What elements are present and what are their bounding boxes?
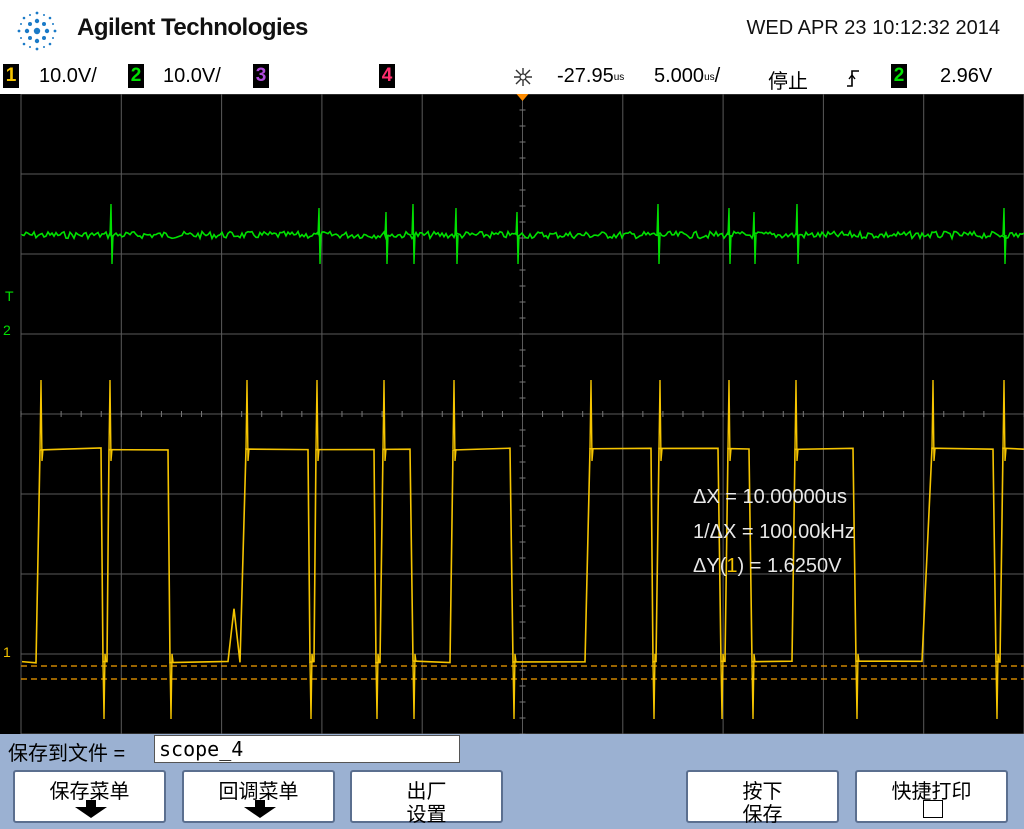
channel-1-undershoot — [855, 653, 860, 720]
channel-1-overshoot — [794, 379, 799, 462]
time-scale: 5.000us/ — [654, 65, 721, 87]
channel-1-overshoot — [589, 379, 594, 462]
press-to-save-softkey[interactable]: 按下 保存 — [686, 770, 839, 826]
channel-1-undershoot — [412, 653, 417, 720]
channel-2-spike — [727, 207, 732, 265]
channel-1-overshoot — [658, 379, 663, 462]
softkey-panel: 保存到文件 = scope_4 保存菜单 回调菜单 出厂 设置 按下 保存 快捷… — [0, 734, 1024, 829]
status-bar: 1 10.0V/ 2 10.0V/ 3 4 -27.95us 5.000us/ … — [0, 60, 1024, 94]
measurement-delta-x: ΔX = 10.00000us — [693, 486, 848, 508]
channel-2-spike — [515, 211, 520, 265]
channel-1-overshoot — [452, 379, 457, 462]
channel-1-undershoot — [375, 653, 380, 720]
channel-1-overshoot — [1002, 379, 1007, 462]
channel-1-overshoot — [727, 379, 732, 462]
header: Agilent Technologies WED APR 23 10:12:32… — [0, 0, 1024, 60]
channel-1-undershoot — [995, 653, 1000, 720]
channel-2-scale: 10.0V/ — [163, 65, 221, 87]
trigger-marker: T — [5, 288, 14, 304]
channel-1-overshoot — [931, 379, 936, 462]
channel-1-undershoot — [751, 653, 756, 720]
file-name-field[interactable]: scope_4 — [154, 735, 460, 763]
arrow-down-icon — [75, 800, 107, 818]
graticule — [20, 94, 1024, 734]
recall-menu-softkey[interactable]: 回调菜单 — [182, 770, 335, 823]
waveform-canvas — [20, 94, 1024, 734]
time-delay: -27.95us — [557, 65, 625, 87]
channel-1-badge[interactable]: 1 — [3, 64, 19, 88]
channel-1-undershoot — [102, 653, 107, 720]
channel-2-ground-marker: 2 — [3, 322, 11, 338]
channel-2-spike — [317, 207, 322, 265]
waveform-display[interactable]: T 2 1 ΔX = 10.00000us 1/ΔX = 100.00kHz Δ… — [0, 94, 1024, 734]
trigger-level: 2.96V — [940, 65, 993, 87]
horizontal-timebase-icon — [514, 68, 532, 86]
quick-print-checkbox[interactable] — [923, 800, 943, 818]
channel-3-badge[interactable]: 3 — [253, 64, 269, 88]
save-to-file-label: 保存到文件 = — [8, 743, 126, 765]
channel-1-overshoot — [245, 379, 250, 462]
quick-print-softkey[interactable]: 快捷打印 — [855, 770, 1008, 823]
channel-1-overshoot — [39, 379, 44, 462]
channel-1-undershoot — [169, 653, 174, 720]
channel-1-undershoot — [652, 653, 657, 720]
channel-1-overshoot — [382, 379, 387, 462]
measurement-delta-y: ΔY(1) = 1.6250V — [693, 555, 842, 577]
date-time: WED APR 23 10:12:32 2014 — [746, 17, 1001, 39]
channel-2-spike — [795, 203, 800, 265]
measurement-inverse-delta-x: 1/ΔX = 100.00kHz — [693, 521, 855, 543]
channel-2-badge[interactable]: 2 — [128, 64, 144, 88]
run-state: 停止 — [768, 71, 808, 93]
agilent-spark-logo-icon — [17, 11, 57, 51]
channel-4-badge[interactable]: 4 — [379, 64, 395, 88]
channel-1-scale: 10.0V/ — [39, 65, 97, 87]
trigger-edge-icon — [847, 70, 859, 87]
channel-1-overshoot — [108, 379, 113, 462]
save-menu-softkey[interactable]: 保存菜单 — [13, 770, 166, 823]
arrow-down-icon — [244, 800, 276, 818]
channel-1-ground-marker: 1 — [3, 644, 11, 660]
trigger-source-badge[interactable]: 2 — [891, 64, 907, 88]
channel-2-spike — [752, 211, 757, 265]
channel-1-undershoot — [309, 653, 314, 720]
channel-2-spike — [454, 207, 459, 265]
factory-setup-softkey[interactable]: 出厂 设置 — [350, 770, 503, 826]
channel-2-spike — [109, 203, 114, 265]
channel-1-overshoot — [315, 379, 320, 462]
channel-1-undershoot — [512, 653, 517, 720]
brand-name: Agilent Technologies — [77, 14, 308, 41]
